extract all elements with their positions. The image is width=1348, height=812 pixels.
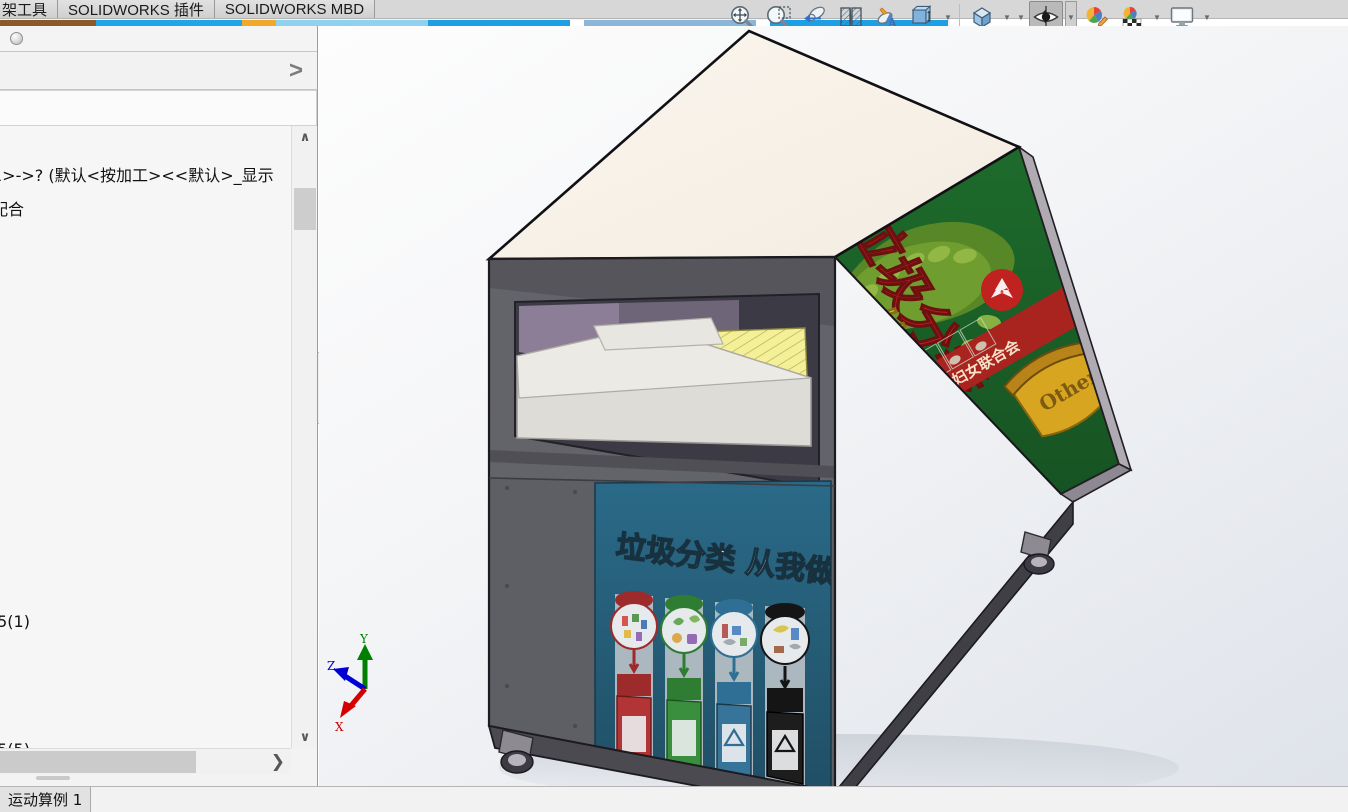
blue-panel-bin-recyclable xyxy=(710,599,758,786)
feature-tree-vscrollbar[interactable]: ∧ ∨ xyxy=(291,126,317,748)
tab-solidworks-mbd[interactable]: SOLIDWORKS MBD xyxy=(214,0,376,18)
scroll-up-icon[interactable]: ∧ xyxy=(292,126,318,148)
caster-wheel-front xyxy=(498,729,534,774)
triad-z-label: Z xyxy=(327,659,335,673)
tab-solidworks-addins[interactable]: SOLIDWORKS 插件 xyxy=(58,0,215,19)
motion-study-tab-label: 运动算例 1 xyxy=(8,791,83,809)
feature-filter-row: > xyxy=(0,52,317,90)
triad-x-label: X xyxy=(335,720,344,734)
panel-tab-row xyxy=(0,26,317,52)
panel-resize-nub[interactable] xyxy=(36,776,70,780)
vscroll-thumb[interactable] xyxy=(294,188,316,230)
solidworks-window: 架工具 SOLIDWORKS 插件 SOLIDWORKS MBD A ▼ ▼ ▼… xyxy=(0,0,1348,812)
tab-frame-tools[interactable]: 架工具 xyxy=(0,0,59,19)
green-panel-bin-teal xyxy=(840,515,950,616)
tab-solidworks-addins-label: SOLIDWORKS 插件 xyxy=(68,1,204,19)
chevron-right-icon[interactable]: > xyxy=(289,58,303,83)
scroll-right-icon[interactable]: ❯ xyxy=(271,749,285,775)
green-panel-bin-red xyxy=(928,456,1024,494)
scroll-down-icon[interactable]: ∨ xyxy=(292,726,318,748)
triad-y-label: Y xyxy=(359,634,369,646)
feature-tree[interactable]: 1>->? (默认<按加工><<默认>_显示配合 .5(1) .5(5) xyxy=(0,126,291,748)
feature-manager-panel: > 1>->? (默认<按加工><<默认>_显示配合 .5(1) .5(5) ∧ ∨… xyxy=(0,26,318,786)
cad-model-recycling-machine[interactable]: 垃圾分类 从家庭做起 七台河市妇女联合会 Other 垃圾分类 从我做起 xyxy=(319,26,1348,786)
panel-toolbox xyxy=(0,90,317,126)
status-bar: 运动算例 1 xyxy=(0,786,1348,812)
tab-solidworks-mbd-label: SOLIDWORKS MBD xyxy=(224,0,365,18)
graphics-viewport[interactable]: 垃圾分类 从家庭做起 七台河市妇女联合会 Other 垃圾分类 从我做起 Y Z… xyxy=(319,26,1348,786)
tree-item-mates[interactable]: 配合 xyxy=(0,196,24,220)
tab-frame-tools-label: 架工具 xyxy=(2,1,48,19)
status-bar-fill xyxy=(91,787,1348,812)
tree-item-component-1[interactable]: .5(1) xyxy=(0,612,30,631)
tree-item-component-5[interactable]: .5(5) xyxy=(0,740,30,748)
hscroll-thumb[interactable] xyxy=(0,751,196,773)
blue-panel-bin-kitchen xyxy=(660,595,708,782)
motion-study-tab[interactable]: 运动算例 1 xyxy=(0,787,92,812)
blue-panel-bin-other xyxy=(760,603,810,786)
coordinate-triad: Y Z X xyxy=(327,634,373,734)
feature-tree-hscrollbar[interactable]: ❯ xyxy=(0,748,291,774)
panel-bottom-edge xyxy=(0,774,317,786)
panel-tab-icon[interactable] xyxy=(10,32,23,45)
tree-item-assembly-root[interactable]: 1>->? (默认<按加工><<默认>_显示 xyxy=(0,162,274,186)
